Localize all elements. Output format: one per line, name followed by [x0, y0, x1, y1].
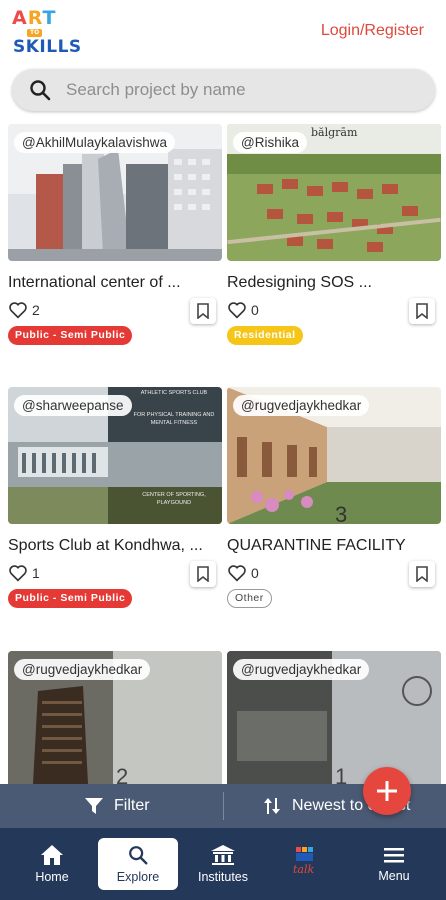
- project-thumbnail[interactable]: 3 @rugvedjaykhedkar: [227, 387, 441, 524]
- category-badge: Other: [227, 589, 272, 608]
- header: ART TO SKILLS Login/Register: [0, 0, 446, 70]
- svg-text:talk: talk: [293, 863, 314, 876]
- project-thumbnail[interactable]: @AkhilMulaykalavishwa: [8, 124, 222, 261]
- art-to-skills-logo[interactable]: ART TO SKILLS: [12, 7, 81, 58]
- bookmark-icon: [197, 303, 209, 319]
- menu-icon: [384, 848, 404, 863]
- category-badge: Public - Semi Public: [8, 326, 133, 345]
- nav-label: Institutes: [197, 870, 249, 884]
- bookmark-button[interactable]: [190, 298, 216, 324]
- project-title[interactable]: International center of ...: [8, 274, 218, 292]
- plus-icon: [377, 781, 397, 801]
- like-control[interactable]: 1: [8, 563, 40, 583]
- add-project-button[interactable]: [363, 767, 411, 815]
- like-control[interactable]: 0: [227, 563, 259, 583]
- bookmark-button[interactable]: [409, 561, 435, 587]
- like-count: 0: [251, 565, 259, 581]
- logo-skills-text: SKILLS: [13, 37, 82, 57]
- nav-menu[interactable]: Menu: [354, 838, 434, 890]
- svg-text:1: 1: [335, 764, 347, 784]
- svg-text:2: 2: [116, 764, 128, 784]
- nav-talk[interactable]: talk: [266, 838, 346, 890]
- category-badge: Residential: [227, 326, 303, 345]
- bottom-navigation: Home Explore Institutes talk Menu: [0, 828, 446, 900]
- project-thumbnail[interactable]: ATHLETIC SPORTS CLUB FOR PHYSICAL TRAINI…: [8, 387, 222, 524]
- nav-institutes[interactable]: Institutes: [183, 838, 263, 890]
- heart-icon[interactable]: [8, 564, 28, 582]
- project-card[interactable]: ATHLETIC SPORTS CLUB FOR PHYSICAL TRAINI…: [8, 387, 222, 637]
- bookmark-button[interactable]: [190, 561, 216, 587]
- logo-to-text: TO: [27, 29, 43, 37]
- filter-icon: [85, 798, 103, 814]
- project-card[interactable]: @AkhilMulaykalavishwa International cent…: [8, 124, 222, 374]
- nav-home[interactable]: Home: [12, 838, 92, 890]
- project-title[interactable]: Sports Club at Kondhwa, ...: [8, 537, 218, 555]
- heart-icon[interactable]: [227, 564, 247, 582]
- project-author[interactable]: @rugvedjaykhedkar: [233, 659, 370, 680]
- nav-label: Menu: [378, 869, 410, 883]
- image-caption: bălgrām: [311, 126, 358, 139]
- talk-logo-icon: talk: [293, 847, 314, 876]
- sort-icon: [264, 798, 280, 814]
- nav-label: Explore: [116, 870, 160, 884]
- bookmark-icon: [416, 566, 428, 582]
- like-count: 0: [251, 302, 259, 318]
- login-register-link[interactable]: Login/Register: [321, 22, 424, 40]
- like-control[interactable]: 0: [227, 300, 259, 320]
- divider: [223, 792, 224, 820]
- nav-explore[interactable]: Explore: [98, 838, 178, 890]
- heart-icon[interactable]: [227, 301, 247, 319]
- bookmark-icon: [416, 303, 428, 319]
- home-icon: [41, 845, 63, 865]
- project-card[interactable]: 3 @rugvedjaykhedkar QUARANTINE FACILITY …: [227, 387, 441, 637]
- project-title[interactable]: Redesigning SOS ...: [227, 274, 437, 292]
- image-caption: ATHLETIC SPORTS CLUB FOR PHYSICAL TRAINI…: [133, 390, 215, 506]
- project-author[interactable]: @rugvedjaykhedkar: [233, 395, 370, 416]
- project-author[interactable]: @rugvedjaykhedkar: [14, 659, 151, 680]
- like-control[interactable]: 2: [8, 300, 40, 320]
- heart-icon[interactable]: [8, 301, 28, 319]
- search-icon: [129, 846, 148, 865]
- project-card[interactable]: 1 @rugvedjaykhedkar: [227, 651, 441, 784]
- like-count: 1: [32, 565, 40, 581]
- svg-text:3: 3: [335, 502, 347, 524]
- project-card[interactable]: bălgrām @Rishika Redesigning SOS ... 0 R…: [227, 124, 441, 374]
- bookmark-icon: [197, 566, 209, 582]
- project-author[interactable]: @AkhilMulaykalavishwa: [14, 132, 176, 153]
- category-badge: Public - Semi Public: [8, 589, 133, 608]
- project-author[interactable]: @sharweepanse: [14, 395, 132, 416]
- search-input[interactable]: [66, 77, 416, 103]
- institution-icon: [211, 845, 235, 865]
- project-title[interactable]: QUARANTINE FACILITY: [227, 537, 437, 555]
- search-icon: [30, 80, 51, 101]
- bookmark-button[interactable]: [409, 298, 435, 324]
- project-card[interactable]: 2 @rugvedjaykhedkar: [8, 651, 222, 784]
- search-bar: [12, 69, 435, 111]
- nav-label: Home: [35, 870, 69, 884]
- logo-art-text: ART: [12, 7, 57, 29]
- project-author[interactable]: @Rishika: [233, 132, 307, 153]
- filter-label: Filter: [114, 797, 150, 814]
- filter-button[interactable]: Filter: [84, 784, 150, 828]
- like-count: 2: [32, 302, 40, 318]
- project-thumbnail[interactable]: 2 @rugvedjaykhedkar: [8, 651, 222, 784]
- project-thumbnail[interactable]: 1 @rugvedjaykhedkar: [227, 651, 441, 784]
- project-thumbnail[interactable]: bălgrām @Rishika: [227, 124, 441, 261]
